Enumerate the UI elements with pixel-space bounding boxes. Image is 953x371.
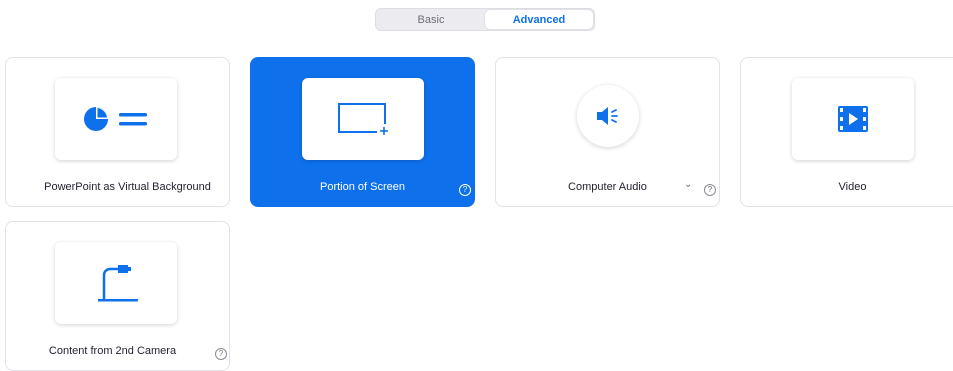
camera-thumbnail <box>55 242 177 324</box>
tab-basic[interactable]: Basic <box>377 10 485 29</box>
option-portion-of-screen[interactable]: Portion of Screen ? <box>250 57 475 207</box>
help-icon[interactable]: ? <box>215 348 227 360</box>
option-label: Video <box>838 181 867 193</box>
option-computer-audio[interactable]: Computer Audio ⌄ ? <box>495 57 720 207</box>
option-label: Content from 2nd Camera <box>48 345 177 357</box>
pie-chart-lines-icon <box>84 107 147 131</box>
audio-thumbnail <box>576 85 639 147</box>
video-thumbnail <box>791 78 914 160</box>
help-icon[interactable]: ? <box>704 184 716 196</box>
chevron-down-icon[interactable]: ⌄ <box>684 179 692 190</box>
screen-region-icon <box>337 103 391 138</box>
option-label: PowerPoint as Virtual Background <box>44 181 211 193</box>
option-powerpoint-virtual-background[interactable]: PowerPoint as Virtual Background <box>5 57 230 207</box>
document-camera-icon <box>98 265 138 302</box>
option-label: Portion of Screen <box>320 181 405 193</box>
film-play-icon <box>837 106 868 132</box>
powerpoint-thumbnail <box>55 78 177 160</box>
speaker-icon <box>596 107 618 125</box>
option-content-from-2nd-camera[interactable]: Content from 2nd Camera ? <box>5 221 230 371</box>
tab-advanced[interactable]: Advanced <box>485 10 593 29</box>
share-mode-tabs: Basic Advanced <box>375 8 595 31</box>
help-icon[interactable]: ? <box>459 184 471 196</box>
option-video[interactable]: Video <box>740 57 953 207</box>
portion-thumbnail <box>301 78 424 160</box>
